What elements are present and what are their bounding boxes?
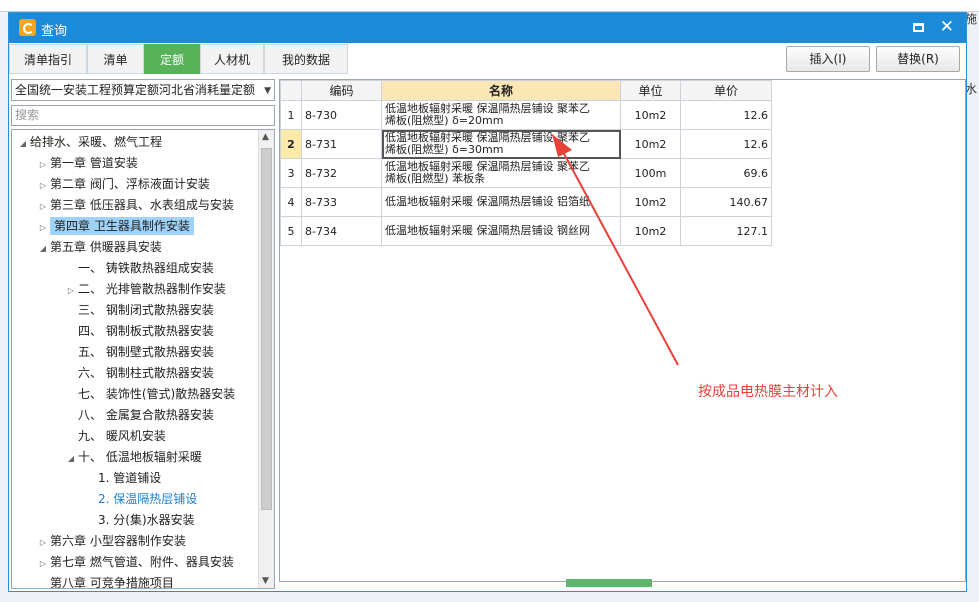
app-logo-icon	[19, 19, 36, 36]
expanded-icon[interactable]: ◢	[16, 133, 30, 154]
tree-node-selected[interactable]: ▷ 第四章 卫生器具制作安装	[36, 216, 194, 237]
collapsed-icon[interactable]: ▷	[36, 553, 50, 574]
quota-table: 编码 名称 单位 单价 1 8-730 低温地板辐射采暖 保温隔热层铺设 聚苯乙…	[280, 80, 772, 246]
tree-node[interactable]: ▷ 第二章 阀门、浮标液面计安装	[36, 174, 210, 195]
table-header-row: 编码 名称 单位 单价	[280, 80, 772, 101]
tree-node[interactable]: 一、 铸铁散热器组成安装	[64, 258, 214, 279]
chapter-tree: ◢ 给排水、采暖、燃气工程 ▷ 第一章 管道安装 ▷ 第二章 阀门、浮标液面计安装 ▷…	[11, 129, 275, 589]
column-header-name[interactable]: 名称	[381, 80, 621, 101]
column-header-price[interactable]: 单价	[680, 80, 772, 101]
tab-bill-guide[interactable]: 清单指引	[9, 44, 87, 74]
tree-node[interactable]: 九、 暖风机安装	[64, 426, 166, 447]
tab-my-data[interactable]: 我的数据	[264, 44, 348, 74]
query-dialog: 查询 ✕ 清单指引 清单 定额 人材机 我的数据 插入(I) 替换(R) 全国统…	[8, 12, 967, 592]
replace-button[interactable]: 替换(R)	[876, 46, 960, 72]
window-title: 查询	[41, 24, 68, 39]
tree-node[interactable]: ▷ 第六章 小型容器制作安装	[36, 531, 186, 552]
column-header-unit[interactable]: 单位	[620, 80, 681, 101]
tree-node[interactable]: ▷ 第一章 管道安装	[36, 153, 138, 174]
maximize-icon[interactable]	[913, 23, 924, 32]
collapsed-icon[interactable]: ▷	[36, 175, 50, 196]
annotation-text: 按成品电热膜主材计入	[698, 384, 838, 400]
chevron-down-icon[interactable]: ▼	[264, 81, 271, 100]
table-row-current[interactable]: 2 8-731 低温地板辐射采暖 保温隔热层铺设 聚苯乙 烯板(阻燃型) δ=30…	[280, 129, 772, 159]
collapsed-icon[interactable]: ▷	[36, 532, 50, 553]
collapsed-icon[interactable]: ▷	[64, 280, 78, 301]
tree-node[interactable]: 四、 钢制板式散热器安装	[64, 321, 214, 342]
tree-node[interactable]: ▷ 第三章 低压器具、水表组成与安装	[36, 195, 234, 216]
expanded-icon[interactable]: ◢	[64, 448, 78, 469]
tree-node[interactable]: 七、 装饰性(管式)散热器安装	[64, 384, 235, 405]
background-app-strip	[0, 0, 979, 12]
tree-node[interactable]: ◢ 给排水、采暖、燃气工程	[16, 132, 162, 153]
tree-node[interactable]: ◢ 第五章 供暖器具安装	[36, 237, 162, 258]
tree-node[interactable]: ◢ 十、 低温地板辐射采暖	[64, 447, 202, 468]
tree-node[interactable]: ▷ 二、 光排管散热器制作安装	[64, 279, 226, 300]
tab-bar: 清单指引 清单 定额 人材机 我的数据 插入(I) 替换(R)	[9, 44, 966, 76]
table-row[interactable]: 3 8-732 低温地板辐射采暖 保温隔热层铺设 聚苯乙 烯板(阻燃型) 苯板条 …	[280, 158, 772, 188]
quota-library-value: 全国统一安装工程预算定额河北省消耗量定额	[15, 83, 256, 97]
tree-node[interactable]: ▷ 第七章 燃气管道、附件、器具安装	[36, 552, 234, 573]
tree-node-current[interactable]: 2. 保温隔热层铺设	[84, 489, 197, 510]
collapsed-icon[interactable]: ▷	[36, 196, 50, 217]
scroll-up-icon[interactable]: ▲	[262, 132, 269, 142]
scroll-thumb[interactable]	[261, 148, 272, 510]
tab-quota[interactable]: 定额	[144, 44, 200, 74]
quota-library-select[interactable]: 全国统一安装工程预算定额河北省消耗量定额 ▼	[11, 79, 275, 101]
table-row[interactable]: 1 8-730 低温地板辐射采暖 保温隔热层铺设 聚苯乙 烯板(阻燃型) δ=20…	[280, 100, 772, 130]
tab-bill[interactable]: 清单	[87, 44, 144, 74]
title-bar[interactable]: 查询 ✕	[9, 13, 966, 43]
close-icon[interactable]: ✕	[940, 17, 954, 37]
tree-node[interactable]: 1. 管道铺设	[84, 468, 161, 489]
tree-node[interactable]: 五、 钢制壁式散热器安装	[64, 342, 214, 363]
collapsed-icon[interactable]: ▷	[36, 217, 50, 238]
tree-node[interactable]: 3. 分(集)水器安装	[84, 510, 195, 531]
tree-node[interactable]: 六、 钢制柱式散热器安装	[64, 363, 214, 384]
tree-node[interactable]: 三、 钢制闭式散热器安装	[64, 300, 214, 321]
quota-grid-panel: 编码 名称 单位 单价 1 8-730 低温地板辐射采暖 保温隔热层铺设 聚苯乙…	[279, 79, 966, 587]
left-panel: 全国统一安装工程预算定额河北省消耗量定额 ▼ 搜索 ◢ 给排水、采暖、燃气工程 ▷…	[11, 79, 275, 589]
column-header-index	[280, 80, 302, 101]
tree-scrollbar[interactable]: ▲ ▼	[258, 130, 274, 588]
insert-button[interactable]: 插入(I)	[786, 46, 870, 72]
panel-splitter-handle[interactable]	[566, 579, 652, 587]
tree-node[interactable]: 第八章 可竞争措施项目	[36, 573, 174, 588]
scroll-down-icon[interactable]: ▼	[262, 576, 269, 586]
expanded-icon[interactable]: ◢	[36, 238, 50, 259]
search-input[interactable]: 搜索	[11, 105, 275, 126]
tree-node[interactable]: 八、 金属复合散热器安装	[64, 405, 214, 426]
collapsed-icon[interactable]: ▷	[36, 154, 50, 175]
tab-labor-material-machine[interactable]: 人材机	[200, 44, 264, 74]
table-row[interactable]: 5 8-734 低温地板辐射采暖 保温隔热层铺设 钢丝网 10m2 127.1	[280, 216, 772, 246]
table-row[interactable]: 4 8-733 低温地板辐射采暖 保温隔热层铺设 铝箔纸 10m2 140.67	[280, 187, 772, 217]
column-header-code[interactable]: 编码	[301, 80, 382, 101]
